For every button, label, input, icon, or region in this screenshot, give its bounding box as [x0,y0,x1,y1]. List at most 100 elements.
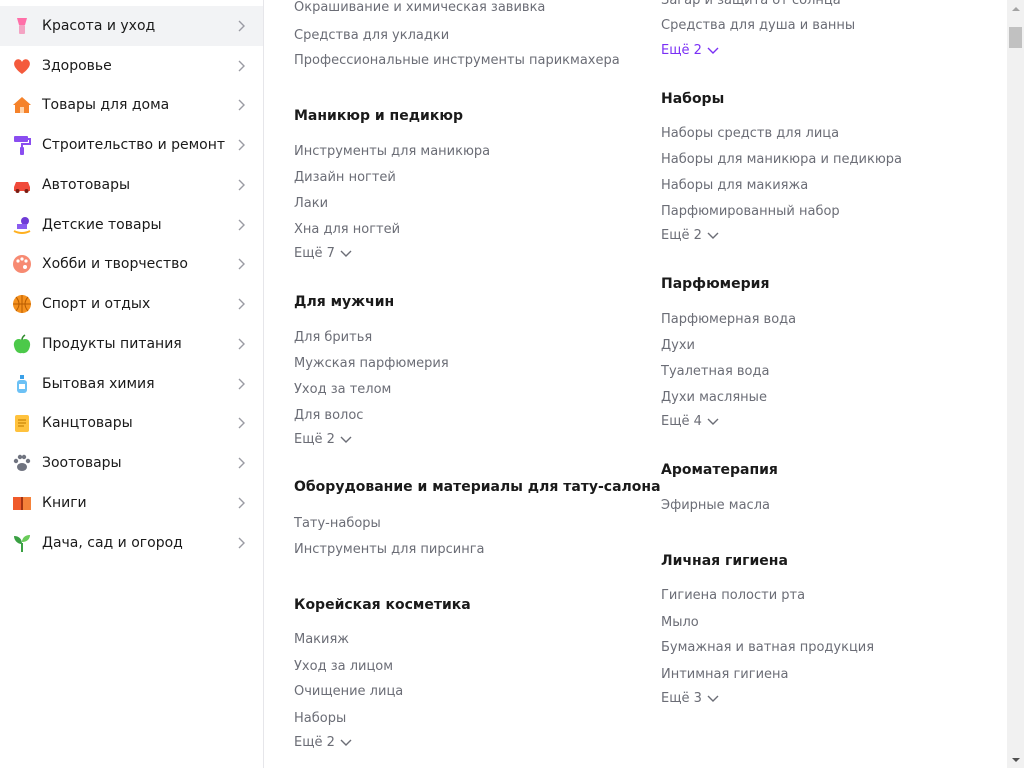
subcategory-link[interactable]: Очищение лица [294,684,403,699]
subcategory-link[interactable]: Окрашивание и химическая завивка [294,0,545,15]
sidebar-item-construction[interactable]: Строительство и ремонт [0,125,263,165]
sidebar-item-label: Детские товары [42,217,162,233]
sidebar-item-food[interactable]: Продукты питания [0,324,263,364]
subcategory-link[interactable]: Тату-наборы [294,516,381,531]
sidebar-item-sport[interactable]: Спорт и отдых [0,284,263,324]
sidebar-item-household-chemicals[interactable]: Бытовая химия [0,364,263,404]
sidebar-item-home[interactable]: Товары для дома [0,85,263,125]
show-more-button[interactable]: Ещё 2 [294,735,352,750]
vertical-scrollbar[interactable] [1007,0,1024,768]
sidebar-item-label: Продукты питания [42,336,182,352]
chevron-right-icon [238,497,245,509]
sidebar-item-books[interactable]: Книги [0,483,263,523]
heart-icon [11,55,33,77]
subcategory-link[interactable]: Профессиональные инструменты парикмахера [294,53,620,68]
scrollbar-thumb[interactable] [1009,27,1022,48]
section-heading[interactable]: Оборудование и материалы для тату-салона [294,479,661,495]
spray-bottle-icon [11,373,33,395]
scroll-down-arrow-icon[interactable] [1007,751,1024,768]
sidebar-item-label: Строительство и ремонт [42,137,226,153]
section-heading[interactable]: Корейская косметика [294,597,471,613]
show-more-button[interactable]: Ещё 2 [661,228,719,243]
sidebar-item-health[interactable]: Здоровье [0,46,263,86]
chevron-right-icon [238,378,245,390]
subcategory-link[interactable]: Гигиена полости рта [661,588,805,603]
show-more-label: Ещё 3 [661,691,702,706]
subcategory-link[interactable]: Лаки [294,196,328,211]
paw-icon [11,452,33,474]
apple-icon [11,333,33,355]
section-heading[interactable]: Личная гигиена [661,553,788,569]
show-more-label: Ещё 4 [661,414,702,429]
subcategory-link[interactable]: Мужская парфюмерия [294,356,449,371]
sidebar-item-kids[interactable]: Детские товары [0,205,263,245]
subcategory-link[interactable]: Средства для душа и ванны [661,18,855,33]
section-heading[interactable]: Ароматерапия [661,462,778,478]
subcategory-link[interactable]: Уход за лицом [294,659,393,674]
subcategory-link[interactable]: Наборы [294,711,346,726]
subcategory-link[interactable]: Эфирные масла [661,498,770,513]
sidebar-item-auto[interactable]: Автотовары [0,165,263,205]
subcategory-link[interactable]: Бумажная и ватная продукция [661,640,874,655]
subcategory-link[interactable]: Наборы для макияжа [661,178,808,193]
sidebar-item-label: Хобби и творчество [42,256,188,272]
subcategory-link[interactable]: Интимная гигиена [661,667,789,682]
subcategory-link[interactable]: Наборы для маникюра и педикюра [661,152,902,167]
scroll-up-arrow-icon[interactable] [1007,0,1024,17]
chevron-right-icon [238,258,245,270]
sidebar-item-label: Бытовая химия [42,376,155,392]
subcategory-link[interactable]: Туалетная вода [661,364,769,379]
chevron-right-icon [238,537,245,549]
chevron-down-icon [707,695,719,702]
subcategory-link[interactable]: Мыло [661,615,699,630]
subcategory-link[interactable]: Загар и защита от солнца [661,0,841,8]
subcategory-link[interactable]: Духи масляные [661,390,767,405]
sidebar-item-garden[interactable]: Дача, сад и огород [0,523,263,563]
section-heading[interactable]: Наборы [661,91,724,107]
subcategory-link[interactable]: Для бритья [294,330,372,345]
subcategory-link[interactable]: Инструменты для пирсинга [294,542,485,557]
sprout-icon [11,532,33,554]
section-heading[interactable]: Парфюмерия [661,276,769,292]
sidebar-item-hobby[interactable]: Хобби и творчество [0,244,263,284]
subcategory-link[interactable]: Дизайн ногтей [294,170,396,185]
show-more-button[interactable]: Ещё 2 [294,432,352,447]
section-heading[interactable]: Маникюр и педикюр [294,108,463,124]
show-more-button[interactable]: Ещё 4 [661,414,719,429]
sidebar-item-beauty[interactable]: Красота и уход [0,6,263,46]
show-more-button[interactable]: Ещё 7 [294,246,352,261]
subcategory-link[interactable]: Средства для укладки [294,28,449,43]
chevron-right-icon [238,298,245,310]
lipstick-icon [11,15,33,37]
sidebar-item-label: Спорт и отдых [42,296,151,312]
chevron-down-icon [340,436,352,443]
subcategory-link[interactable]: Инструменты для маникюра [294,144,490,159]
sidebar-item-stationery[interactable]: Канцтовары [0,403,263,443]
chevron-down-icon [707,418,719,425]
section-heading[interactable]: Для мужчин [294,294,394,310]
chevron-down-icon [340,739,352,746]
subcategory-link[interactable]: Хна для ногтей [294,222,400,237]
sidebar-item-pets[interactable]: Зоотовары [0,443,263,483]
subcategory-link[interactable]: Макияж [294,632,349,647]
chevron-down-icon [707,232,719,239]
sidebar-item-label: Дача, сад и огород [42,535,183,551]
sidebar-item-label: Автотовары [42,177,131,193]
subcategory-link[interactable]: Наборы средств для лица [661,126,839,141]
chevron-right-icon [238,99,245,111]
show-more-button[interactable]: Ещё 2 [661,43,719,58]
car-icon [11,174,33,196]
subcategory-link[interactable]: Духи [661,338,695,353]
subcategory-link[interactable]: Для волос [294,408,363,423]
subcategory-link[interactable]: Парфюмерная вода [661,312,796,327]
basketball-icon [11,293,33,315]
palette-icon [11,253,33,275]
sidebar-item-label: Здоровье [42,58,112,74]
house-icon [11,94,33,116]
subcategory-link[interactable]: Уход за телом [294,382,391,397]
show-more-button[interactable]: Ещё 3 [661,691,719,706]
show-more-label: Ещё 2 [661,228,702,243]
chevron-right-icon [238,457,245,469]
subcategory-link[interactable]: Парфюмированный набор [661,204,840,219]
book-icon [11,492,33,514]
